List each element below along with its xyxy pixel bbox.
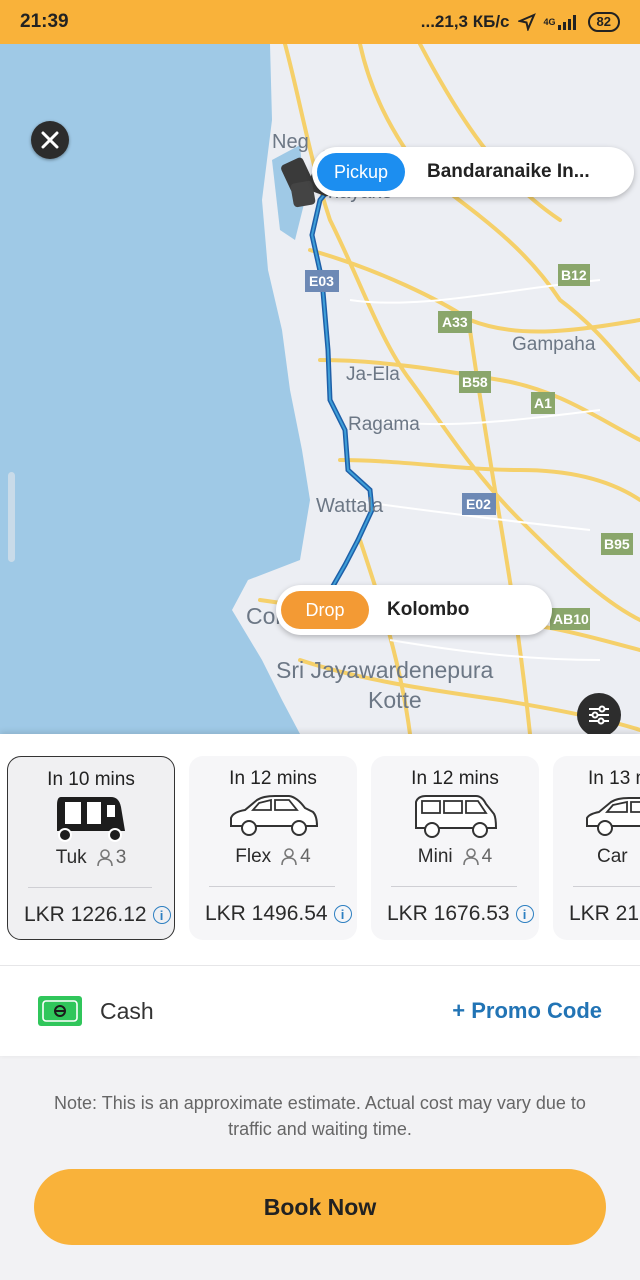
road-shield-b95: B95 [604, 536, 630, 552]
route-map[interactable]: Neg nayake Ja-Ela Gampaha Ragama Wattala… [0, 44, 640, 734]
road-shield-a1: A1 [534, 395, 552, 411]
vehicle-seat-count: 3 [115, 847, 127, 868]
pickup-tag: Pickup [317, 153, 405, 191]
cash-icon [38, 996, 82, 1026]
status-time: 21:39 [20, 11, 69, 32]
pickup-location-pill[interactable]: Pickup Bandaranaike In... [312, 147, 634, 197]
info-icon[interactable]: i [152, 906, 171, 924]
person-icon [462, 848, 479, 866]
vehicle-price: LKR 219 [569, 902, 640, 925]
vehicle-name: Mini [417, 846, 453, 867]
map-filter-button[interactable] [577, 693, 621, 734]
payment-row: Cash + Promo Code [0, 965, 640, 1056]
vehicle-seats: 3 [96, 847, 127, 869]
map-label-ragama: Ragama [348, 414, 420, 435]
vehicle-price: LKR 1496.54 [205, 902, 328, 925]
book-now-button[interactable]: Book Now [34, 1169, 606, 1245]
booking-sheet: In 10 mins Tuk 3 LKR 1226.12 i In 12 min… [0, 734, 640, 1056]
card-divider [391, 886, 517, 887]
map-label-negombo: Neg [272, 131, 309, 153]
status-bar: 21:39 ...21,3 КБ/с 4G 82 [0, 0, 640, 44]
map-label-sjp: Sri Jayawardenepura [276, 657, 494, 683]
sliders-icon [589, 705, 609, 725]
vehicle-seats: 4 [281, 846, 311, 868]
vehicle-seat-count: 4 [481, 846, 493, 867]
road-shield-b58: B58 [462, 374, 488, 390]
card-divider [573, 886, 640, 887]
vehicle-option-mini[interactable]: In 12 mins Mini 4 LKR 1676.53 i [371, 756, 539, 940]
vehicle-seat-count: 4 [300, 846, 311, 867]
close-icon [41, 131, 59, 149]
vehicle-name: Tuk [55, 847, 87, 868]
vehicle-eta: In 12 mins [411, 768, 499, 789]
payment-method[interactable]: Cash [100, 998, 154, 1025]
map-label-wattala: Wattala [316, 495, 384, 517]
road-shield-a33: A33 [442, 314, 468, 330]
estimate-note: Note: This is an approximate estimate. A… [54, 1093, 586, 1139]
road-shield-e02: E02 [466, 496, 491, 512]
map-label-kotte: Kotte [368, 687, 422, 713]
battery-icon: 82 [587, 12, 620, 32]
tuk-tuk-icon [57, 797, 125, 842]
road-shield-ab10: AB10 [553, 611, 589, 627]
vehicle-seats: 4 [462, 846, 493, 868]
vehicle-options[interactable]: In 10 mins Tuk 3 LKR 1226.12 i In 12 min… [0, 756, 640, 942]
minivan-icon [415, 795, 498, 838]
card-divider [28, 887, 152, 888]
person-icon [96, 849, 113, 867]
network-speed: ...21,3 КБ/с [420, 12, 510, 31]
map-label-gampaha: Gampaha [512, 334, 596, 355]
drop-tag: Drop [281, 591, 369, 629]
info-icon[interactable]: i [515, 905, 534, 923]
close-button[interactable] [31, 121, 69, 159]
road-shield-b12: B12 [561, 267, 587, 283]
vehicle-eta: In 12 mins [229, 768, 317, 789]
vehicle-name: Car [597, 846, 628, 867]
drop-location-pill[interactable]: Drop Kolombo [276, 585, 552, 635]
vehicle-eta: In 10 mins [47, 769, 135, 790]
signal-type: 4G [543, 17, 556, 27]
signal-icon [557, 15, 576, 30]
vehicle-price: LKR 1226.12 [24, 903, 147, 926]
map-scroll-handle[interactable] [8, 472, 15, 562]
vehicle-option-tuk[interactable]: In 10 mins Tuk 3 LKR 1226.12 i [7, 756, 175, 940]
vehicle-eta: In 13 mins [588, 768, 640, 789]
drop-place: Kolombo [387, 599, 470, 620]
vehicle-option-car[interactable]: In 13 mins Car LKR 219 [553, 756, 640, 940]
promo-code-link[interactable]: + Promo Code [452, 998, 602, 1024]
vehicle-option-flex[interactable]: In 12 mins Flex 4 LKR 1496.54 i [189, 756, 357, 940]
location-arrow-icon [517, 13, 536, 31]
road-shield-e03: E03 [309, 273, 334, 289]
map-label-ja-ela: Ja-Ela [346, 364, 400, 385]
sedan-car-icon [586, 797, 640, 836]
status-icons: ...21,3 КБ/с 4G 82 [421, 12, 620, 32]
pickup-place: Bandaranaike In... [427, 161, 590, 182]
info-icon[interactable]: i [333, 905, 352, 923]
vehicle-price: LKR 1676.53 [387, 902, 510, 925]
vehicle-name: Flex [235, 846, 272, 867]
hatchback-car-icon [230, 795, 319, 836]
person-icon [281, 848, 297, 866]
card-divider [209, 886, 335, 887]
